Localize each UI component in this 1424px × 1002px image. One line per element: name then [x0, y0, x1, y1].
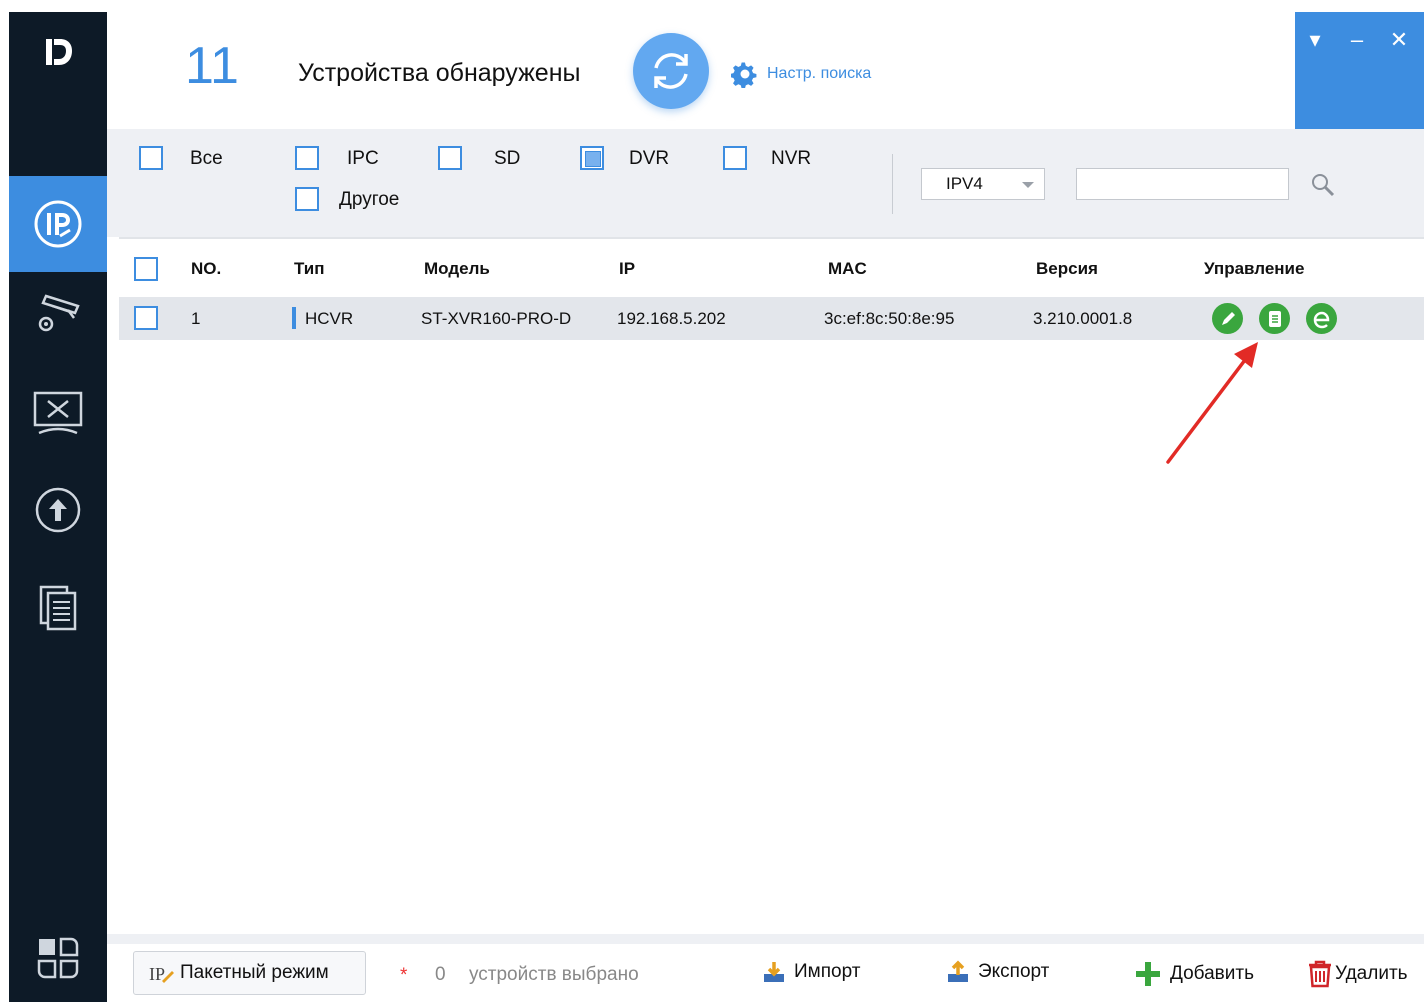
column-header-version[interactable]: Версия — [1036, 259, 1098, 279]
type-indicator — [292, 307, 296, 329]
selected-text: устройств выбрано — [469, 964, 639, 985]
row-type: HCVR — [305, 309, 354, 328]
filter-other-checkbox[interactable] — [295, 187, 319, 211]
system-tools-icon — [33, 391, 83, 435]
sidebar-item-system-settings[interactable] — [9, 366, 107, 462]
device-count: 11 — [185, 37, 239, 95]
web-icon — [1313, 311, 1329, 328]
logo-icon — [46, 39, 72, 65]
export-button[interactable]: Экспорт — [946, 960, 1049, 984]
row-checkbox[interactable] — [134, 306, 158, 330]
menu-icon: ▾ — [1309, 27, 1321, 52]
apps-icon — [37, 937, 79, 979]
add-label: Добавить — [1170, 963, 1254, 984]
upgrade-icon — [35, 487, 81, 533]
batch-mode-label: Пакетный режим — [180, 962, 329, 983]
batch-ip-icon: IP — [149, 964, 174, 984]
close-icon: ✕ — [1389, 27, 1409, 52]
search-icon — [1312, 174, 1335, 197]
row-version: 3.210.0001.8 — [1033, 309, 1133, 328]
column-header-model[interactable]: Модель — [424, 259, 490, 279]
minimize-icon: – — [1350, 27, 1364, 52]
filter-nvr-label: NVR — [771, 148, 812, 169]
window-controls: ▾ – ✕ — [1295, 12, 1424, 129]
annotation-arrow — [1166, 342, 1258, 464]
filter-all-label: Все — [190, 148, 223, 169]
web-button[interactable] — [1306, 303, 1337, 334]
export-label: Экспорт — [978, 961, 1050, 982]
window-frame-left — [0, 0, 9, 1002]
config-tool-window: 11 Устройства обнаружены Настр. поиска ▾… — [0, 0, 1424, 1002]
refresh-button[interactable] — [633, 33, 709, 109]
menu-button[interactable]: ▾ — [1301, 26, 1329, 54]
column-header-management[interactable]: Управление — [1204, 259, 1304, 279]
add-button[interactable]: Добавить — [1134, 960, 1254, 988]
filter-ipc-checkbox[interactable] — [295, 146, 319, 170]
ip-icon — [34, 200, 82, 248]
filter-dvr-label: DVR — [629, 148, 670, 169]
column-header-no[interactable]: NO. — [191, 259, 221, 279]
documents-icon — [39, 585, 77, 631]
column-header-type[interactable]: Тип — [294, 259, 324, 279]
chevron-down-icon — [1022, 182, 1034, 188]
camera-settings-icon — [38, 294, 80, 332]
details-icon — [1268, 310, 1281, 327]
sidebar-item-device-config[interactable] — [9, 266, 107, 362]
filter-dvr-checkbox[interactable] — [580, 146, 604, 170]
selected-count: 0 — [435, 964, 446, 985]
edit-icon — [1221, 311, 1235, 325]
search-button[interactable] — [1310, 172, 1336, 203]
filter-nvr-checkbox[interactable] — [723, 146, 747, 170]
row-no: 1 — [191, 309, 201, 328]
sidebar-item-upgrade[interactable] — [9, 462, 107, 558]
import-button[interactable]: Импорт — [762, 960, 860, 984]
ip-version-select[interactable]: IPV4 — [921, 168, 1045, 200]
row-mac: 3c:ef:8c:50:8e:95 — [824, 309, 955, 328]
gear-icon — [731, 62, 757, 88]
delete-button[interactable]: Удалить — [1307, 960, 1408, 988]
batch-mode-button[interactable]: IP Пакетный режим — [133, 951, 366, 995]
select-all-checkbox[interactable] — [134, 257, 158, 281]
row-ip: 192.168.5.202 — [617, 309, 726, 328]
search-input[interactable] — [1076, 168, 1289, 200]
filter-bar: Все IPC SD DVR NVR Другое IPV4 — [107, 129, 1424, 237]
filter-other-label: Другое — [339, 189, 400, 210]
search-settings-button[interactable]: Настр. поиска — [731, 60, 871, 88]
sidebar — [9, 12, 107, 1002]
table-header: NO. Тип Модель IP MAC Версия Управление — [119, 239, 1424, 297]
search-settings-label: Настр. поиска — [767, 65, 872, 82]
filter-ipc-label: IPC — [347, 148, 379, 169]
plus-icon — [1136, 962, 1160, 986]
bottom-separator — [107, 934, 1424, 944]
app-logo — [9, 12, 107, 92]
minimize-button[interactable]: – — [1343, 26, 1371, 54]
refresh-icon — [654, 53, 688, 89]
devices-found-label: Устройства обнаружены — [298, 59, 581, 87]
trash-icon — [1309, 960, 1331, 988]
import-label: Импорт — [794, 961, 861, 982]
filter-sd-checkbox[interactable] — [438, 146, 462, 170]
bottom-toolbar: IP Пакетный режим * 0 устройств выбрано … — [107, 944, 1424, 1002]
filter-divider — [892, 154, 893, 214]
ip-version-value: IPV4 — [946, 174, 983, 193]
sidebar-item-ip[interactable] — [9, 176, 107, 272]
header: 11 Устройства обнаружены Настр. поиска ▾… — [107, 12, 1424, 129]
sidebar-item-documents[interactable] — [9, 560, 107, 656]
close-button[interactable]: ✕ — [1385, 26, 1413, 54]
row-model: ST-XVR160-PRO-D — [421, 309, 572, 328]
filter-sd-label: SD — [494, 148, 521, 169]
delete-label: Удалить — [1335, 963, 1408, 984]
window-frame-top — [0, 0, 1424, 12]
column-header-mac[interactable]: MAC — [828, 259, 867, 279]
column-header-ip[interactable]: IP — [619, 259, 635, 279]
export-icon — [948, 960, 968, 982]
sidebar-item-apps[interactable] — [9, 910, 107, 1002]
filter-all-checkbox[interactable] — [139, 146, 163, 170]
required-asterisk: * — [400, 965, 408, 986]
import-icon — [764, 962, 784, 982]
